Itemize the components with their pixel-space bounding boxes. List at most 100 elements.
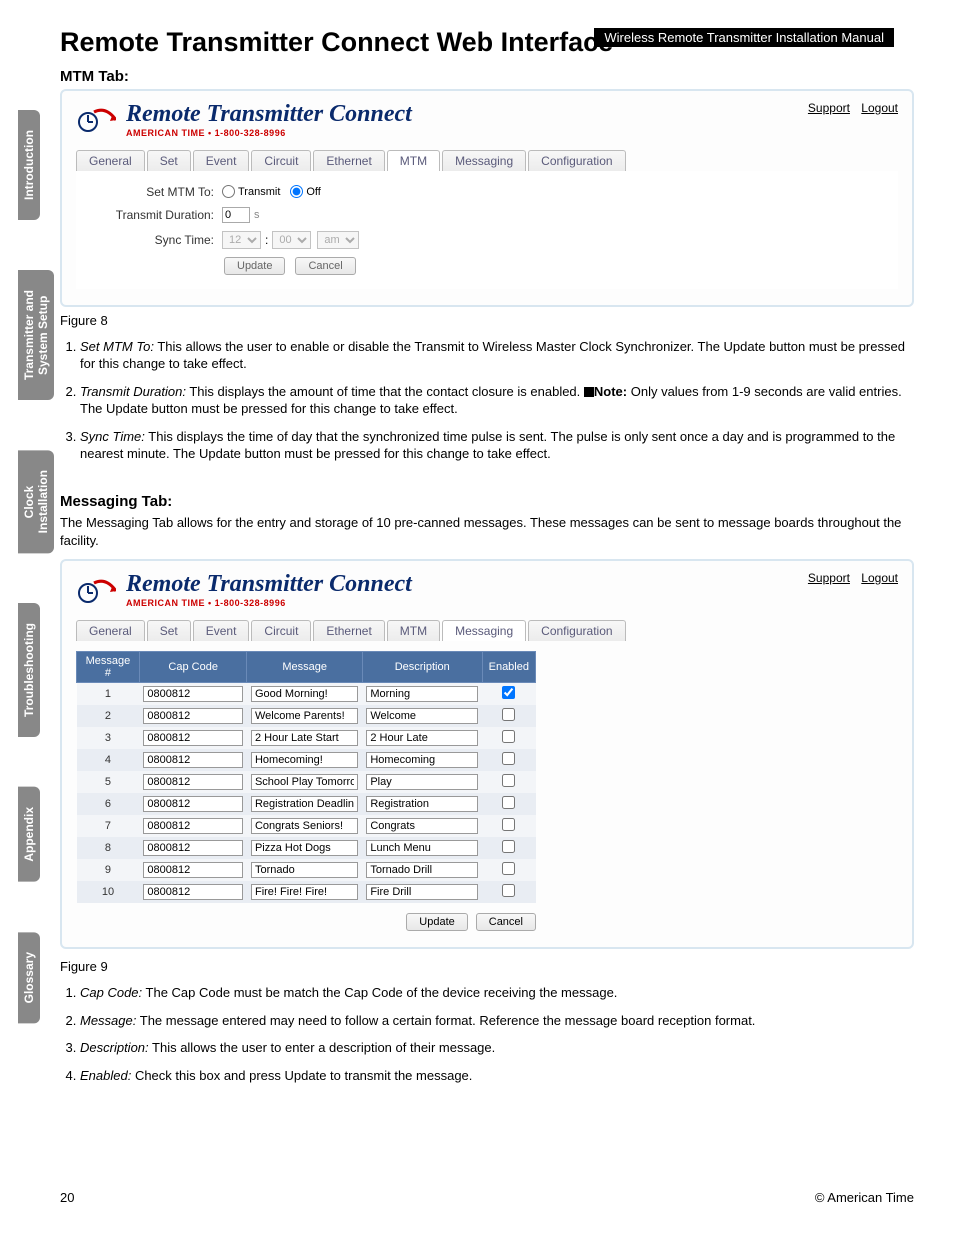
- messaging-intro: The Messaging Tab allows for the entry a…: [60, 514, 914, 549]
- msg-num: 9: [77, 859, 140, 881]
- message-input[interactable]: [251, 708, 358, 724]
- description-input[interactable]: [366, 818, 478, 834]
- enabled-checkbox[interactable]: [502, 774, 515, 787]
- tab-set[interactable]: Set: [147, 150, 191, 171]
- duration-input[interactable]: [222, 207, 250, 223]
- brand-sub: AMERICAN TIME • 1-800-328-8996: [126, 128, 412, 138]
- radio-off[interactable]: [290, 185, 303, 198]
- note-item: Message: The message entered may need to…: [80, 1012, 914, 1030]
- description-input[interactable]: [366, 708, 478, 724]
- table-row: 3: [77, 727, 536, 749]
- side-tab[interactable]: Glossary: [18, 932, 40, 1023]
- side-tab[interactable]: Appendix: [18, 787, 40, 882]
- table-row: 9: [77, 859, 536, 881]
- capcode-input[interactable]: [143, 730, 243, 746]
- side-tab[interactable]: ClockInstallation: [18, 450, 54, 553]
- msg-update-button[interactable]: Update: [406, 913, 467, 931]
- enabled-checkbox[interactable]: [502, 708, 515, 721]
- mtm-heading: MTM Tab:: [60, 68, 914, 85]
- msg-num: 10: [77, 881, 140, 903]
- description-input[interactable]: [366, 774, 478, 790]
- message-input[interactable]: [251, 774, 358, 790]
- msg-cancel-button[interactable]: Cancel: [476, 913, 536, 931]
- msg-num: 8: [77, 837, 140, 859]
- msg-num: 6: [77, 793, 140, 815]
- message-input[interactable]: [251, 752, 358, 768]
- enabled-checkbox[interactable]: [502, 862, 515, 875]
- tab-set[interactable]: Set: [147, 620, 191, 641]
- support-link[interactable]: Support: [808, 101, 850, 115]
- capcode-input[interactable]: [143, 840, 243, 856]
- enabled-checkbox[interactable]: [502, 752, 515, 765]
- tab-messaging[interactable]: Messaging: [442, 620, 526, 641]
- col-header: Message: [247, 652, 362, 683]
- copyright: © American Time: [815, 1190, 914, 1205]
- brand-title: Remote Transmitter Connect: [126, 571, 412, 598]
- side-tab[interactable]: Troubleshooting: [18, 603, 40, 737]
- description-input[interactable]: [366, 686, 478, 702]
- tab-circuit[interactable]: Circuit: [251, 150, 311, 171]
- message-input[interactable]: [251, 796, 358, 812]
- tab-circuit[interactable]: Circuit: [251, 620, 311, 641]
- capcode-input[interactable]: [143, 774, 243, 790]
- description-input[interactable]: [366, 796, 478, 812]
- message-input[interactable]: [251, 840, 358, 856]
- enabled-checkbox[interactable]: [502, 884, 515, 897]
- description-input[interactable]: [366, 730, 478, 746]
- note-item: Set MTM To: This allows the user to enab…: [80, 338, 914, 373]
- tab-mtm[interactable]: MTM: [387, 150, 440, 171]
- tab-messaging[interactable]: Messaging: [442, 150, 526, 171]
- msg-num: 7: [77, 815, 140, 837]
- description-input[interactable]: [366, 884, 478, 900]
- logout-link[interactable]: Logout: [861, 571, 898, 585]
- side-tab[interactable]: Transmitter andSystem Setup: [18, 270, 54, 400]
- message-input[interactable]: [251, 862, 358, 878]
- table-row: 7: [77, 815, 536, 837]
- enabled-checkbox[interactable]: [502, 686, 515, 699]
- table-row: 5: [77, 771, 536, 793]
- sync-hour[interactable]: 12: [222, 231, 261, 249]
- capcode-input[interactable]: [143, 686, 243, 702]
- sync-min[interactable]: 00: [272, 231, 311, 249]
- capcode-input[interactable]: [143, 708, 243, 724]
- capcode-input[interactable]: [143, 862, 243, 878]
- capcode-input[interactable]: [143, 796, 243, 812]
- radio-transmit[interactable]: [222, 185, 235, 198]
- cancel-button[interactable]: Cancel: [295, 257, 355, 275]
- support-link[interactable]: Support: [808, 571, 850, 585]
- sync-ampm[interactable]: am: [317, 231, 359, 249]
- enabled-checkbox[interactable]: [502, 730, 515, 743]
- message-input[interactable]: [251, 730, 358, 746]
- logout-link[interactable]: Logout: [861, 101, 898, 115]
- capcode-input[interactable]: [143, 818, 243, 834]
- side-tab[interactable]: Introduction: [18, 110, 40, 220]
- tab-mtm[interactable]: MTM: [387, 620, 440, 641]
- tab-event[interactable]: Event: [193, 620, 250, 641]
- messaging-panel: Remote Transmitter Connect AMERICAN TIME…: [60, 559, 914, 949]
- capcode-input[interactable]: [143, 884, 243, 900]
- tab-ethernet[interactable]: Ethernet: [313, 620, 384, 641]
- tab-general[interactable]: General: [76, 620, 145, 641]
- note-item: Sync Time: This displays the time of day…: [80, 428, 914, 463]
- message-input[interactable]: [251, 818, 358, 834]
- description-input[interactable]: [366, 752, 478, 768]
- update-button[interactable]: Update: [224, 257, 285, 275]
- table-row: 8: [77, 837, 536, 859]
- tab-general[interactable]: General: [76, 150, 145, 171]
- description-input[interactable]: [366, 840, 478, 856]
- enabled-checkbox[interactable]: [502, 818, 515, 831]
- enabled-checkbox[interactable]: [502, 796, 515, 809]
- capcode-input[interactable]: [143, 752, 243, 768]
- messaging-notes: Cap Code: The Cap Code must be match the…: [80, 984, 914, 1084]
- tabstrip-messaging: GeneralSetEventCircuitEthernetMTMMessagi…: [76, 620, 898, 641]
- message-input[interactable]: [251, 884, 358, 900]
- tab-ethernet[interactable]: Ethernet: [313, 150, 384, 171]
- enabled-checkbox[interactable]: [502, 840, 515, 853]
- tab-configuration[interactable]: Configuration: [528, 150, 625, 171]
- tab-event[interactable]: Event: [193, 150, 250, 171]
- message-input[interactable]: [251, 686, 358, 702]
- col-header: Description: [362, 652, 482, 683]
- messages-table: Message #Cap CodeMessageDescriptionEnabl…: [76, 651, 536, 903]
- description-input[interactable]: [366, 862, 478, 878]
- tab-configuration[interactable]: Configuration: [528, 620, 625, 641]
